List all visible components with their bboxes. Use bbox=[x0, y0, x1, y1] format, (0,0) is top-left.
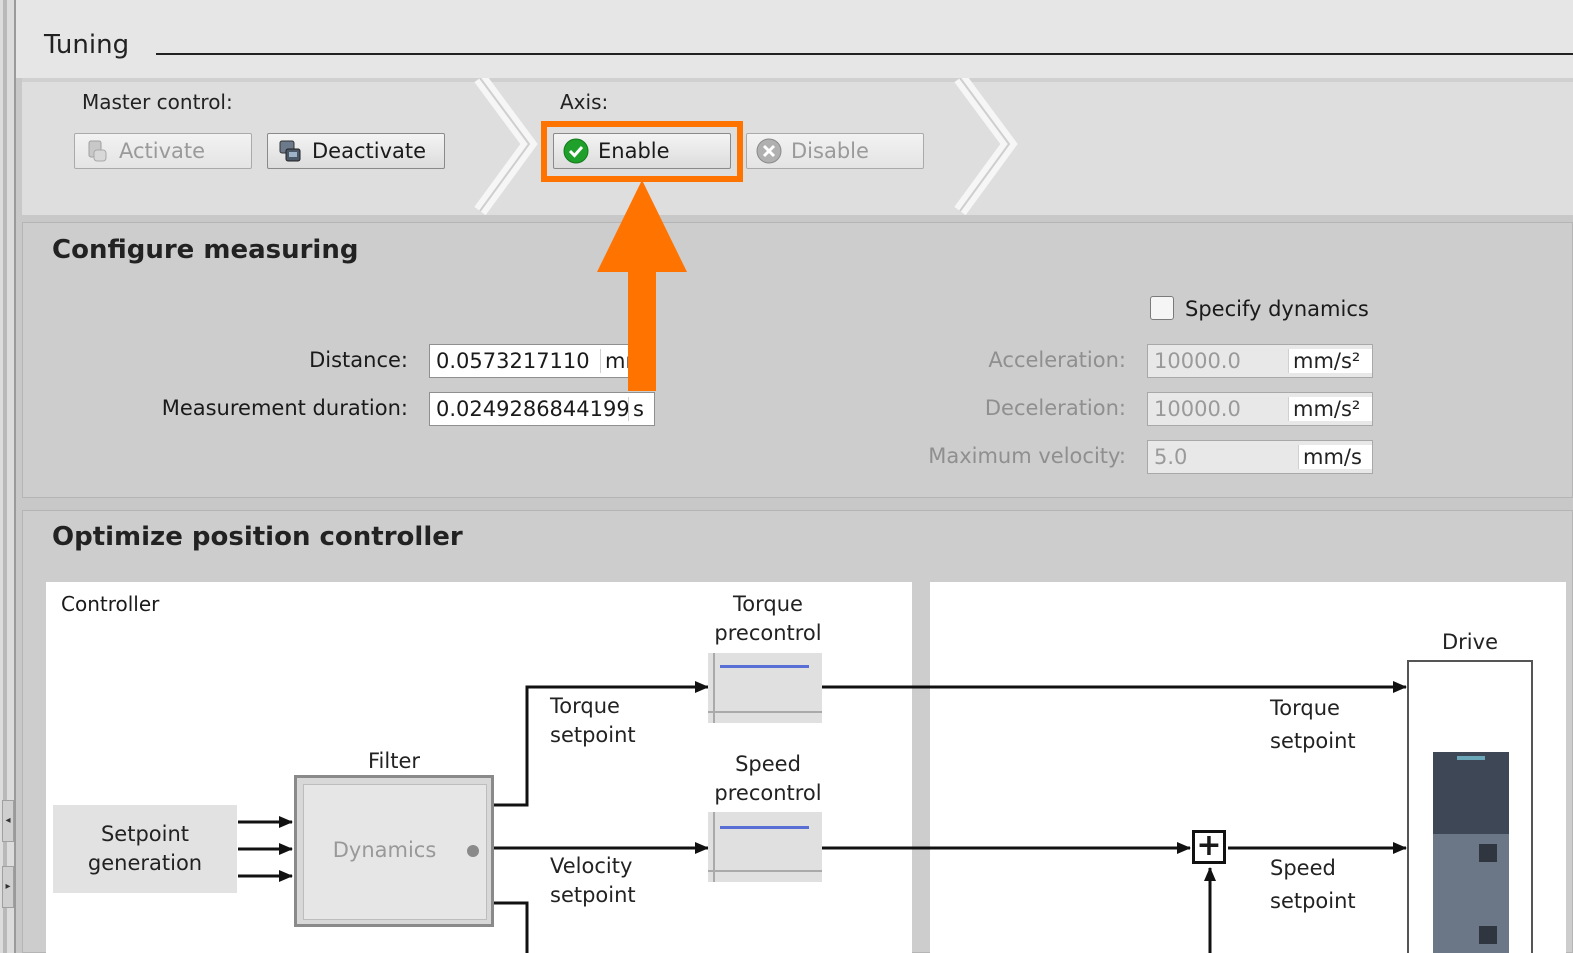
dynamics-label: Dynamics bbox=[332, 838, 437, 862]
speed-precontrol-block[interactable] bbox=[708, 812, 822, 882]
velocity-setpoint-label: Velocity setpoint bbox=[550, 854, 636, 907]
output-port-icon bbox=[467, 845, 479, 857]
summing-junction-icon: + bbox=[1192, 830, 1226, 864]
drive-torque-setpoint-label: Torque setpoint bbox=[1270, 696, 1356, 753]
precontrol-gain-line bbox=[720, 665, 809, 668]
filter-label: Filter bbox=[367, 749, 420, 773]
torque-precontrol-block[interactable] bbox=[708, 653, 822, 723]
filter-block[interactable]: Dynamics bbox=[294, 775, 494, 927]
speed-precontrol-label: Speed precontrol bbox=[714, 752, 822, 805]
precontrol-gain-line bbox=[720, 826, 809, 829]
drive-speed-setpoint-label: Speed setpoint bbox=[1270, 856, 1356, 913]
setpoint-generation-label: Setpoint generation bbox=[87, 822, 203, 875]
setpoint-generation-block[interactable]: Setpoint generation bbox=[53, 805, 237, 893]
drive-block[interactable] bbox=[1407, 660, 1533, 953]
drive-device-icon bbox=[1433, 752, 1509, 953]
torque-setpoint-label: Torque setpoint bbox=[550, 694, 636, 747]
drive-label: Drive bbox=[1442, 630, 1498, 654]
torque-precontrol-label: Torque precontrol bbox=[714, 592, 822, 645]
